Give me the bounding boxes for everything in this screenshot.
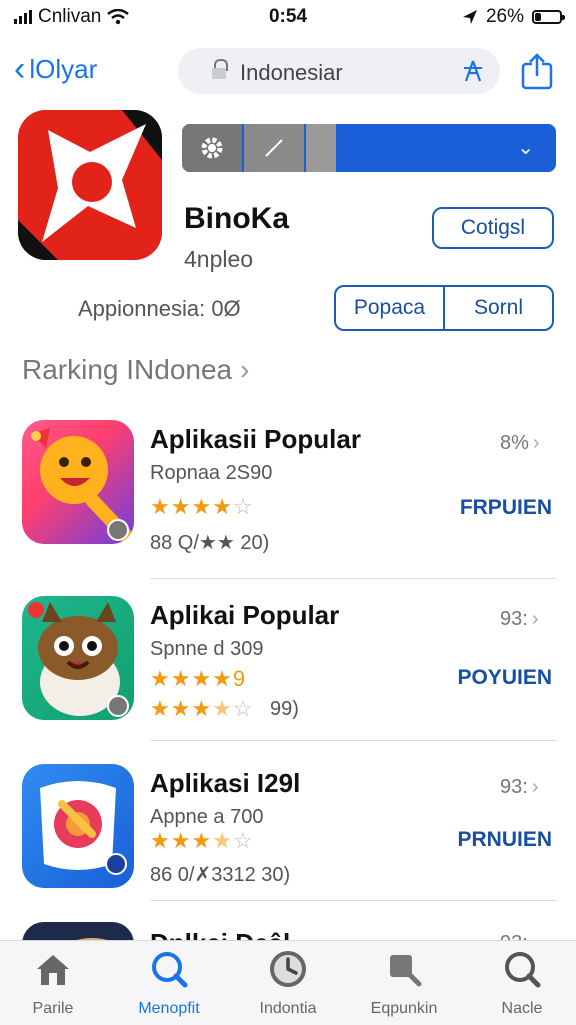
- lock-icon: [212, 59, 228, 79]
- star-rating: ★★★★☆: [150, 828, 254, 854]
- battery-percent: 26%: [485, 6, 524, 27]
- star-icon: ☆: [232, 828, 254, 853]
- app-title: BinoKa: [184, 202, 289, 235]
- item-action-button[interactable]: POYUIEN: [457, 666, 552, 690]
- tab-explore[interactable]: Eqpunkin: [354, 949, 454, 1018]
- item-name: Aplikasi I29l: [150, 768, 301, 798]
- get-button[interactable]: Cotigsl: [432, 207, 554, 249]
- rank-value: 93:: [500, 776, 528, 798]
- translate-icon[interactable]: [460, 58, 486, 84]
- divider: [150, 740, 556, 741]
- star-icon: ★: [212, 494, 233, 519]
- chevron-left-icon: ‹: [14, 50, 26, 88]
- star-icon: ★: [212, 828, 233, 853]
- divider: [150, 578, 556, 579]
- item-count: 86 0/✗3312 30): [150, 864, 291, 886]
- chevron-right-icon: ›: [531, 776, 539, 798]
- star-icon: ★: [191, 828, 213, 853]
- item-name: Aplikai Popular: [150, 600, 340, 630]
- edit-segment[interactable]: [244, 124, 304, 172]
- battery-fill: [535, 13, 541, 21]
- chevron-right-icon: ›: [240, 354, 250, 385]
- tab-label: Nacle: [501, 1000, 543, 1017]
- item-count: 88 Q/★★ 20): [150, 532, 270, 554]
- item-icon: [22, 764, 134, 888]
- tab-label: Eqpunkin: [370, 1000, 438, 1017]
- rating-text: ★★★★9: [150, 666, 247, 691]
- chevron-right-icon: ›: [531, 608, 539, 630]
- item-rank: 8% ›: [500, 432, 540, 455]
- settings-segment[interactable]: [182, 124, 242, 172]
- rank-value: 8%: [500, 432, 529, 454]
- star-icon: ★: [170, 828, 192, 853]
- item-meta: Spnne d 309: [150, 638, 264, 660]
- location-arrow-icon: [462, 10, 477, 24]
- status-bar: Cnlivan 0:54 26%: [0, 0, 576, 34]
- star-rating: ★★★★☆: [150, 494, 254, 520]
- list-item[interactable]: Aplikai Popular Spnne d 309 ★★★★9 ★★★★☆ …: [0, 596, 576, 766]
- star-rating: ★★★★☆: [150, 696, 254, 722]
- chevron-right-icon: ›: [532, 432, 540, 454]
- app-toolbar[interactable]: ⌄: [182, 124, 556, 172]
- item-name: Aplikasii Popular: [150, 424, 361, 454]
- rank-value: 93:: [500, 608, 528, 630]
- star-icon: ★: [170, 696, 192, 721]
- segment-control[interactable]: Popaca Sornl: [334, 285, 554, 331]
- search-bar[interactable]: Indonesiar: [178, 48, 500, 94]
- chevron-down-icon[interactable]: ⌄: [517, 135, 534, 160]
- tab-label: Menopfit: [138, 1000, 200, 1017]
- tab-nacle[interactable]: Nacle: [472, 949, 572, 1018]
- clock-icon: [270, 951, 306, 987]
- divider: [150, 900, 556, 901]
- item-action-button[interactable]: FRPUIEN: [460, 496, 552, 520]
- star-icon: ★: [150, 696, 171, 721]
- toolbar-divider: [306, 124, 336, 172]
- item-rank: 93: ›: [500, 608, 538, 631]
- region-text: Appionnesia: 0Ø: [78, 296, 241, 321]
- back-label: lOlyar: [29, 53, 98, 84]
- app-icon: [18, 110, 162, 260]
- item-meta: Ropnaa 2S90: [150, 462, 273, 484]
- status-right: 26%: [462, 6, 565, 28]
- share-icon[interactable]: [520, 52, 554, 90]
- tab-home[interactable]: Parile: [3, 949, 103, 1018]
- item-icon: [22, 596, 134, 720]
- star-icon: ★: [150, 494, 171, 519]
- home-icon: [37, 955, 69, 985]
- list-item[interactable]: Aplikasii Popular Ropnaa 2S90 ★★★★☆ 88 Q…: [0, 420, 576, 590]
- star-icon: ★: [150, 828, 171, 853]
- tab-label: Parile: [32, 1000, 74, 1017]
- app-subtitle: 4npleo: [184, 246, 254, 272]
- gear-icon: [201, 137, 223, 159]
- tab-label: Indontia: [259, 1000, 317, 1017]
- item-rank: 93: ›: [500, 776, 538, 799]
- search-icon: [152, 952, 188, 988]
- section-header[interactable]: Rarking INdonea ›: [22, 354, 249, 386]
- tab-indonesia[interactable]: Indontia: [238, 949, 338, 1018]
- magnifier-icon: [390, 955, 422, 987]
- section-title: Rarking INdonea: [22, 354, 233, 385]
- item-count: 99): [270, 698, 299, 720]
- star-icon: ☆: [232, 696, 254, 721]
- segment-popular[interactable]: Popaca: [336, 287, 443, 329]
- list-item[interactable]: Aplikasi I29l Appne a 700 ★★★★☆ 86 0/✗33…: [0, 764, 576, 934]
- battery-icon: [532, 10, 565, 24]
- item-icon: [22, 420, 134, 544]
- search-text: Indonesiar: [240, 60, 343, 85]
- slash-icon: [265, 139, 283, 157]
- back-button[interactable]: ‹ lOlyar: [14, 52, 97, 86]
- item-action-button[interactable]: PRNUIEN: [457, 828, 552, 852]
- star-icon: ★: [191, 494, 213, 519]
- tab-bar: Parile Menopfit Indontia Eqpunkin Nacle: [0, 940, 576, 1025]
- item-meta: Appne a 700: [150, 806, 264, 828]
- star-icon: ★: [212, 696, 233, 721]
- search-icon: [505, 952, 541, 988]
- star-icon: ☆: [232, 494, 254, 519]
- star-icon: ★: [191, 696, 213, 721]
- tab-search[interactable]: Menopfit: [119, 949, 219, 1018]
- star-icon: ★: [170, 494, 192, 519]
- segment-sorted[interactable]: Sornl: [443, 287, 552, 329]
